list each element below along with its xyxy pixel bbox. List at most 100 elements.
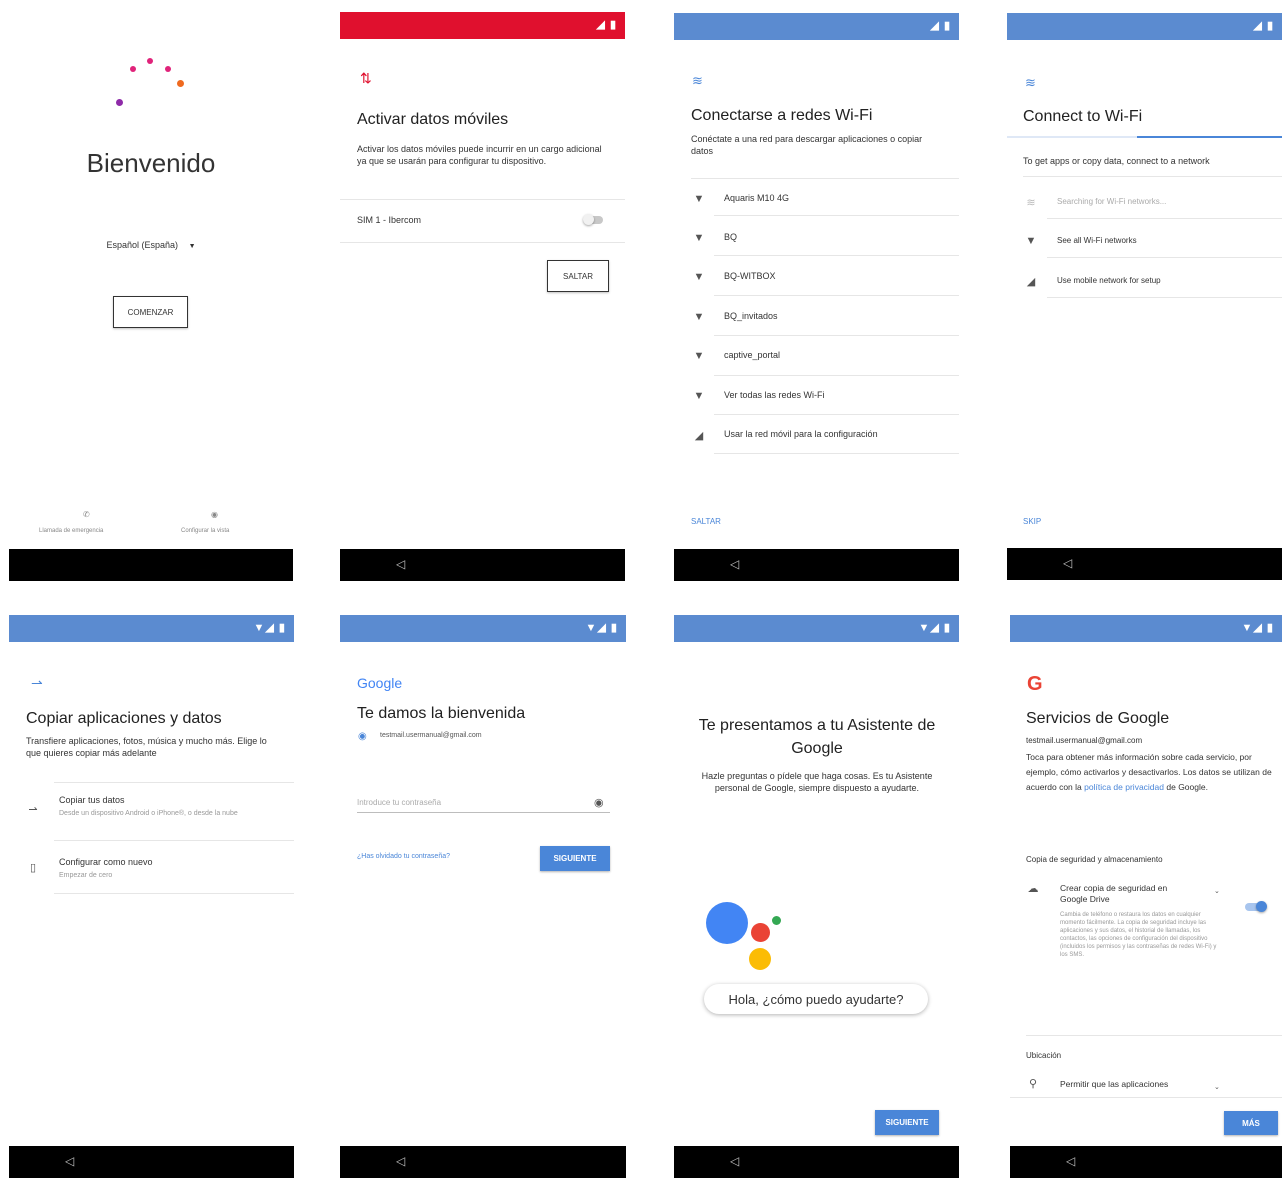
logo-dot xyxy=(147,58,153,64)
subtitle: To get apps or copy data, connect to a n… xyxy=(1023,156,1210,166)
divider xyxy=(1010,1097,1282,1098)
services-intro: Toca para obtener más información sobre … xyxy=(1026,750,1280,795)
sim-toggle-knob[interactable] xyxy=(583,214,594,225)
back-icon[interactable]: ◁ xyxy=(396,1154,405,1168)
expand-icon[interactable]: ⌄ xyxy=(1214,1083,1220,1091)
see-all-networks[interactable]: See all Wi-Fi networks xyxy=(1057,236,1137,245)
page-title: Copiar aplicaciones y datos xyxy=(26,710,222,727)
wifi-signal-battery-icon: ▼◢ ▮ xyxy=(1241,622,1274,634)
account-email: testmail.usermanual@gmail.com xyxy=(380,732,482,739)
logo-dot xyxy=(165,66,171,72)
forgot-password-link[interactable]: ¿Has olvidado tu contraseña? xyxy=(357,853,450,860)
network-item[interactable]: BQ_invitados xyxy=(724,311,778,321)
divider xyxy=(54,782,294,783)
divider xyxy=(54,840,294,841)
navigation-bar: ◁ xyxy=(9,1146,294,1178)
skip-link[interactable]: SALTAR xyxy=(691,517,721,526)
phone-icon[interactable]: ✆ xyxy=(83,510,90,519)
network-item[interactable]: BQ xyxy=(724,232,737,242)
wifi-icon: ≋ xyxy=(1025,75,1036,90)
status-bar: ◢ ▮ xyxy=(674,13,959,40)
divider xyxy=(714,335,959,336)
signal-battery-icon: ◢ ▮ xyxy=(596,19,617,31)
wifi-searching-icon: ≋ xyxy=(1026,197,1036,209)
divider xyxy=(54,893,294,894)
back-icon[interactable]: ◁ xyxy=(730,1154,739,1168)
screen-welcome: Bienvenido Español (España) ▼ COMENZAR ✆… xyxy=(9,8,293,581)
wifi-signal-battery-icon: ▼◢ ▮ xyxy=(253,622,286,634)
back-icon[interactable]: ◁ xyxy=(1066,1154,1075,1168)
intro-end-text: de Google. xyxy=(1166,782,1208,792)
wifi-signal-battery-icon: ▼◢ ▮ xyxy=(918,622,951,634)
status-bar: ▼◢ ▮ xyxy=(340,615,626,642)
expand-icon[interactable]: ⌄ xyxy=(1214,887,1220,895)
divider xyxy=(340,242,625,243)
wifi-signal-icon: ▼ xyxy=(693,350,705,362)
wifi-signal-battery-icon: ▼◢ ▮ xyxy=(585,622,618,634)
skip-link[interactable]: SKIP xyxy=(1023,517,1041,526)
back-icon[interactable]: ◁ xyxy=(730,557,739,571)
emergency-call-link[interactable]: Llamada de emergencia xyxy=(39,528,103,534)
divider xyxy=(1026,1035,1282,1036)
page-title: Connect to Wi-Fi xyxy=(1023,108,1143,125)
wifi-signal-icon: ▼ xyxy=(1025,235,1037,247)
navigation-bar: ◁ xyxy=(674,549,959,581)
location-option-title[interactable]: Permitir que las aplicaciones xyxy=(1060,1079,1168,1089)
page-title: Servicios de Google xyxy=(1026,710,1170,727)
screen-mobile-data: ◢ ▮ ⇅ Activar datos móviles Activar los … xyxy=(340,12,625,581)
page-title: Te presentamos a tu Asistente de Google xyxy=(698,717,936,757)
back-icon[interactable]: ◁ xyxy=(65,1154,74,1168)
divider xyxy=(714,375,959,376)
cell-signal-icon: ◢ xyxy=(1026,276,1036,288)
navigation-bar: ◁ xyxy=(1007,548,1282,580)
page-title: Te damos la bienvenida xyxy=(357,705,526,722)
network-list: ▼ Aquaris M10 4G ▼ BQ ▼ BQ-WITBOX ▼ BQ_i… xyxy=(674,178,959,458)
logo-dot xyxy=(116,99,123,106)
start-button[interactable]: COMENZAR xyxy=(113,296,188,328)
account-icon: ◉ xyxy=(358,731,367,742)
skip-button[interactable]: SALTAR xyxy=(547,260,609,292)
description: Hazle preguntas o pídele que haga cosas.… xyxy=(701,771,933,793)
backup-option-title[interactable]: Crear copia de seguridad en Google Drive xyxy=(1060,883,1178,905)
back-icon[interactable]: ◁ xyxy=(396,557,405,571)
backup-toggle-knob[interactable] xyxy=(1256,901,1267,912)
status-bar: ◢ ▮ xyxy=(1007,13,1282,40)
back-icon[interactable]: ◁ xyxy=(1063,556,1072,570)
setup-new-option[interactable]: Configurar como nuevo xyxy=(59,857,153,867)
divider xyxy=(1047,218,1282,219)
description: Activar los datos móviles puede incurrir… xyxy=(357,144,602,166)
status-bar: ◢ ▮ xyxy=(340,12,625,39)
subtitle: Conéctate a una red para descargar aplic… xyxy=(691,134,923,156)
language-select[interactable]: Español (España) ▼ xyxy=(9,240,293,250)
cloud-icon: ☁ xyxy=(1027,883,1039,895)
divider xyxy=(714,414,959,415)
use-mobile-network[interactable]: Use mobile network for setup xyxy=(1057,276,1161,285)
page-title: Activar datos móviles xyxy=(357,111,509,128)
setup-new-hint: Empezar de cero xyxy=(59,872,113,879)
network-item[interactable]: Aquaris M10 4G xyxy=(724,193,789,203)
screen-assistant: ▼◢ ▮ Te presentamos a tu Asistente de Go… xyxy=(674,615,959,1178)
copy-data-option[interactable]: Copiar tus datos xyxy=(59,795,125,805)
page-title: Conectarse a redes Wi-Fi xyxy=(691,107,873,124)
next-button[interactable]: SIGUIENTE xyxy=(540,846,610,871)
password-field[interactable]: Introduce tu contraseña xyxy=(357,798,582,807)
copy-data-hint: Desde un dispositivo Android o iPhone®, … xyxy=(59,810,238,817)
network-item[interactable]: captive_portal xyxy=(724,350,780,360)
vision-settings-link[interactable]: Configurar la vista xyxy=(181,528,229,534)
eye-icon[interactable]: ◉ xyxy=(211,510,218,519)
wifi-lock-icon: ▼ xyxy=(693,232,705,244)
privacy-policy-link[interactable]: política de privacidad xyxy=(1084,782,1164,792)
navigation-bar: ◁ xyxy=(340,1146,626,1178)
backup-option-hint: Cambia de teléfono o restaura los datos … xyxy=(1060,912,1217,958)
network-item[interactable]: BQ-WITBOX xyxy=(724,271,776,281)
show-password-icon[interactable]: ◉ xyxy=(594,796,604,809)
welcome-title: Bienvenido xyxy=(86,148,216,178)
wifi-signal-icon: ▼ xyxy=(693,390,705,402)
status-bar: ▼◢ ▮ xyxy=(9,615,294,642)
divider xyxy=(1047,257,1282,258)
logo-dot xyxy=(130,66,136,72)
use-mobile-network[interactable]: Usar la red móvil para la configuración xyxy=(724,429,878,439)
next-button[interactable]: SIGUIENTE xyxy=(875,1110,939,1135)
more-button[interactable]: MÁS xyxy=(1224,1111,1278,1135)
see-all-networks[interactable]: Ver todas las redes Wi-Fi xyxy=(724,390,825,400)
